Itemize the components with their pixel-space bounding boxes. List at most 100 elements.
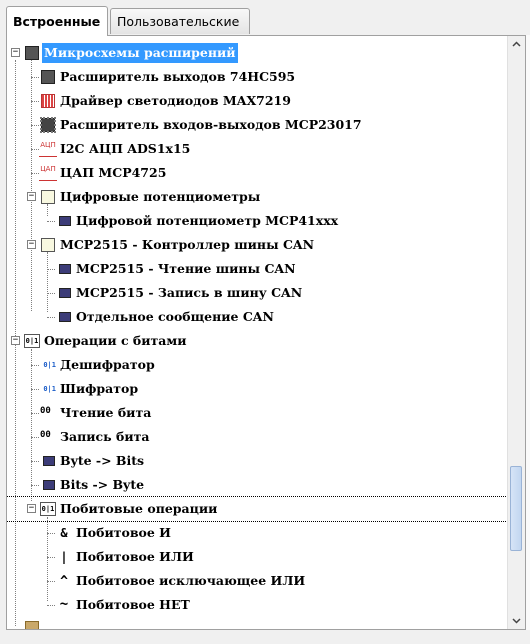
xor-icon-text: ^: [60, 574, 68, 589]
tree-item-bitwise-ops[interactable]: − 0|1 Побитовые операции: [7, 496, 509, 522]
tree-item-ads1x15[interactable]: АЦП I2C АЦП ADS1x15: [7, 137, 509, 161]
decoder-icon-text: 0|1: [43, 361, 56, 369]
tree-item-label: Драйвер светодиодов MAX7219: [60, 93, 291, 108]
block-icon: [59, 312, 71, 322]
tree-line: [31, 413, 39, 414]
tree-line: [47, 557, 55, 558]
tree-line: [47, 269, 55, 270]
tree-item-encoder[interactable]: 0|1 Шифратор: [7, 377, 509, 401]
scroll-up-button[interactable]: [508, 36, 525, 53]
folder-icon: [41, 238, 55, 252]
scroll-thumb[interactable]: [510, 466, 522, 551]
tree-item-mcp2515[interactable]: − MCP2515 - Контроллер шины CAN: [7, 233, 509, 257]
tree-item-label: Запись бита: [60, 429, 150, 444]
tree-item-label: Bits -> Byte: [60, 477, 145, 492]
scroll-down-button[interactable]: [508, 612, 525, 629]
tree-item-label: Побитовые операции: [60, 501, 218, 516]
chevron-up-icon: [512, 41, 521, 47]
tree-line: [31, 461, 39, 462]
collapse-toggle[interactable]: −: [27, 240, 36, 249]
tree-item-max7219[interactable]: Драйвер светодиодов MAX7219: [7, 89, 509, 113]
or-icon-text: |: [60, 550, 68, 564]
tree-item-partial[interactable]: [7, 617, 509, 629]
tree-item-label: Byte -> Bits: [60, 453, 145, 468]
tree-item-label: Чтение бита: [60, 405, 152, 420]
tree-line: [31, 173, 39, 174]
block-icon: [43, 480, 55, 490]
dac-icon: ЦАП: [39, 166, 57, 181]
tree-line: [31, 125, 39, 126]
tree-item-can-write[interactable]: MCP2515 - Запись в шину CAN: [7, 281, 509, 305]
bits-icon-text: 0|1: [25, 337, 39, 345]
tree-item-bit-write[interactable]: 00 Запись бита: [7, 425, 509, 449]
vertical-scrollbar[interactable]: [507, 36, 525, 629]
block-icon: [59, 264, 71, 274]
led-matrix-icon: [41, 94, 55, 108]
block-icon: [59, 288, 71, 298]
tree-item-label: Операции с битами: [44, 333, 187, 348]
tree-line: [31, 101, 39, 102]
collapse-toggle[interactable]: −: [11, 336, 20, 345]
and-icon: &: [56, 526, 72, 540]
tab-custom[interactable]: Пользовательские: [110, 8, 250, 34]
tree-item-label: I2C АЦП ADS1x15: [60, 141, 191, 156]
tree-panel: − Микросхемы расширений Расширитель выхо…: [6, 35, 526, 630]
tree-item-expansion-chips[interactable]: − Микросхемы расширений: [7, 41, 509, 65]
tree-item-bitwise-and[interactable]: & Побитовое И: [7, 521, 509, 545]
tree-item-label: Дешифратор: [60, 357, 155, 372]
tree-item-bitwise-not[interactable]: ~ Побитовое НЕТ: [7, 593, 509, 617]
tree-item-bits-to-byte[interactable]: Bits -> Byte: [7, 473, 509, 497]
bits-icon-text: 0|1: [41, 505, 55, 513]
tree-line: [31, 485, 39, 486]
tree-item-can-message[interactable]: Отдельное сообщение CAN: [7, 305, 509, 329]
tree-item-74hc595[interactable]: Расширитель выходов 74HC595: [7, 65, 509, 89]
bit-read-icon-text: 00: [40, 406, 51, 416]
tree-line: [47, 317, 55, 318]
collapse-toggle[interactable]: −: [27, 192, 36, 201]
tree-item-bit-ops[interactable]: − 0|1 Операции с битами: [7, 329, 509, 353]
tree-item-bit-read[interactable]: 00 Чтение бита: [7, 401, 509, 425]
tree-item-mcp23017[interactable]: Расширитель входов-выходов MCP23017: [7, 113, 509, 137]
block-icon: [43, 456, 55, 466]
tree-item-can-read[interactable]: MCP2515 - Чтение шины CAN: [7, 257, 509, 281]
tree-item-label: MCP2515 - Запись в шину CAN: [76, 285, 303, 300]
tree-item-digital-pots[interactable]: − Цифровые потенциометры: [7, 185, 509, 209]
adjacent-window-edge: [526, 35, 530, 630]
tree-item-label: MCP2515 - Контроллер шины CAN: [60, 237, 315, 252]
tree-item-bitwise-xor[interactable]: ^ Побитовое исключающее ИЛИ: [7, 569, 509, 593]
chip-icon: [41, 70, 55, 84]
bit-write-icon-text: 00: [40, 430, 51, 440]
tree-line: [47, 293, 55, 294]
chip-icon: [40, 117, 56, 133]
chip-group-icon: [25, 621, 39, 629]
components-tree: − Микросхемы расширений Расширитель выхо…: [7, 36, 509, 629]
tree-item-label: Микросхемы расширений: [42, 43, 238, 63]
tree-item-mcp41xxx[interactable]: Цифровой потенциометр MCP41xxx: [7, 209, 509, 233]
chevron-down-icon: [512, 618, 521, 624]
tree-item-bitwise-or[interactable]: | Побитовое ИЛИ: [7, 545, 509, 569]
bit-write-icon: 00: [40, 430, 56, 444]
tree-line: [31, 365, 39, 366]
tree-item-label: ЦАП MCP4725: [60, 165, 167, 180]
tree-item-label: Побитовое И: [76, 525, 171, 540]
tree-item-byte-to-bits[interactable]: Byte -> Bits: [7, 449, 509, 473]
not-icon: ~: [56, 597, 72, 612]
collapse-toggle[interactable]: −: [27, 504, 36, 513]
tree-item-label: Цифровые потенциометры: [60, 189, 261, 204]
tree-item-label: Расширитель входов-выходов MCP23017: [60, 117, 362, 132]
tree-line: [47, 533, 55, 534]
tab-strip: Встроенные Пользовательские: [0, 0, 530, 36]
tree-item-label: Отдельное сообщение CAN: [76, 309, 274, 324]
adc-icon-text: АЦП: [40, 141, 56, 149]
collapse-toggle[interactable]: −: [11, 48, 20, 57]
tree-line: [47, 605, 55, 606]
tree-item-mcp4725[interactable]: ЦАП ЦАП MCP4725: [7, 161, 509, 185]
dac-icon-text: ЦАП: [40, 165, 56, 173]
or-icon: |: [56, 550, 72, 564]
tree-item-decoder[interactable]: 0|1 Дешифратор: [7, 353, 509, 377]
tab-builtin[interactable]: Встроенные: [6, 6, 108, 36]
xor-icon: ^: [56, 574, 72, 589]
block-icon: [59, 216, 71, 226]
tree-line: [47, 221, 55, 222]
bits-group-icon: 0|1: [40, 502, 56, 516]
